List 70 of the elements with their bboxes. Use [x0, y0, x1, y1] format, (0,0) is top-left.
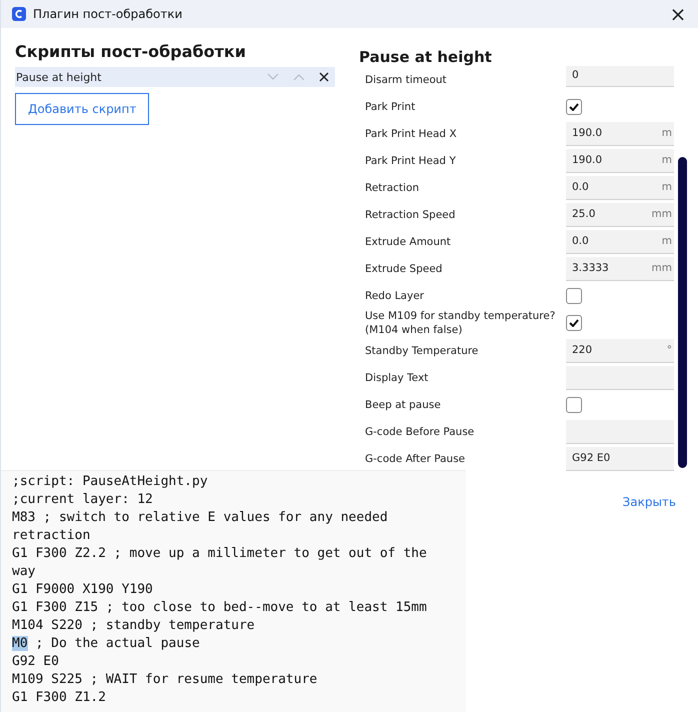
- unit-label: m: [662, 235, 673, 247]
- setting-label: G-code After Pause: [364, 452, 466, 466]
- field-value: G92 E0: [572, 452, 610, 464]
- setting-label: Display Text: [364, 370, 430, 384]
- setting-label: G-code Before Pause: [364, 424, 476, 438]
- setting-label: Disarm timeout: [364, 72, 448, 86]
- scrollbar[interactable]: [678, 157, 687, 468]
- input-field[interactable]: [566, 366, 674, 390]
- code-line: ;script: PauseAtHeight.py: [12, 473, 209, 491]
- close-icon[interactable]: [319, 72, 329, 82]
- checkbox[interactable]: [566, 315, 582, 331]
- script-name: Pause at height: [16, 70, 102, 84]
- input-field[interactable]: 0.0 m: [566, 176, 674, 200]
- field-value: 190.0: [572, 154, 602, 166]
- code-line: M104 S220 ; standby temperature: [12, 617, 256, 635]
- setting-label: Retraction: [364, 180, 420, 194]
- input-field[interactable]: 0: [566, 66, 674, 87]
- code-line: M83 ; switch to relative E values for any needed retraction: [12, 509, 389, 545]
- field-value: 190.0: [572, 127, 602, 139]
- field-value: 25.0: [572, 208, 596, 220]
- code-line: M109 S225 ; WAIT for resume temperature: [12, 671, 318, 689]
- code-line: G1 F300 Z15 ; too close to bed--move to at least 15mm: [12, 599, 428, 617]
- close-link[interactable]: Закрыть: [622, 495, 676, 509]
- checkbox[interactable]: [566, 396, 582, 412]
- setting-label: Park Print: [364, 100, 416, 114]
- unit-label: °: [666, 344, 673, 356]
- add-script-button[interactable]: Добавить скрипт: [15, 93, 150, 125]
- field-value: 0.0: [572, 235, 589, 247]
- code-line: G92 E0: [12, 653, 60, 671]
- setting-label: Retraction Speed: [364, 208, 456, 222]
- close-button[interactable]: ×: [658, 0, 698, 28]
- unit-label: m: [662, 127, 673, 139]
- setting-label: Park Print Head Y: [364, 154, 457, 168]
- code-line: G1 F9000 X190 Y190: [12, 581, 154, 599]
- input-field[interactable]: G92 E0: [566, 446, 674, 470]
- field-value: 3.3333: [572, 262, 609, 274]
- setting-label: Redo Layer: [364, 288, 425, 302]
- app-logo-icon: [12, 7, 26, 21]
- check-icon: [569, 102, 579, 110]
- window-title: Плагин пост-обработки: [33, 7, 184, 21]
- setting-label: Extrude Amount: [364, 234, 452, 248]
- unit-label: mm: [652, 208, 673, 220]
- setting-label: Use M109 for standby temperature? (M104 when false): [364, 309, 556, 337]
- field-value: 0: [572, 68, 579, 80]
- code-line: G1 F300 Z1.2: [12, 689, 107, 707]
- input-field[interactable]: 220 °: [566, 338, 674, 362]
- setting-label: Beep at pause: [364, 398, 442, 412]
- code-line: G1 F300 Z2.2 ; move up a millimeter to get out of the way: [12, 545, 428, 581]
- input-field[interactable]: 0.0 m: [566, 230, 674, 254]
- section-heading: Скрипты пост-обработки: [15, 42, 247, 61]
- unit-label: mm: [652, 262, 673, 274]
- unit-label: m: [662, 181, 673, 193]
- field-value: 220: [572, 344, 592, 356]
- unit-label: m: [662, 154, 673, 166]
- setting-label: Park Print Head X: [364, 126, 458, 140]
- input-field[interactable]: 190.0 m: [566, 148, 674, 172]
- code-line: ;current layer: 12: [12, 491, 154, 509]
- check-icon: [569, 319, 579, 327]
- input-field[interactable]: [566, 420, 674, 444]
- checkbox[interactable]: [566, 288, 582, 304]
- code-line: M0 ; Do the actual pause: [12, 635, 201, 653]
- settings-heading: Pause at height: [359, 48, 493, 66]
- field-value: 0.0: [572, 181, 589, 193]
- script-list-item[interactable]: Pause at height: [15, 67, 335, 87]
- input-field[interactable]: 25.0 mm: [566, 202, 674, 226]
- setting-label: Extrude Speed: [364, 262, 444, 276]
- checkbox[interactable]: [566, 98, 582, 114]
- input-field[interactable]: 3.3333 mm: [566, 256, 674, 280]
- setting-label: Standby Temperature: [364, 344, 480, 358]
- input-field[interactable]: 190.0 m: [566, 122, 674, 146]
